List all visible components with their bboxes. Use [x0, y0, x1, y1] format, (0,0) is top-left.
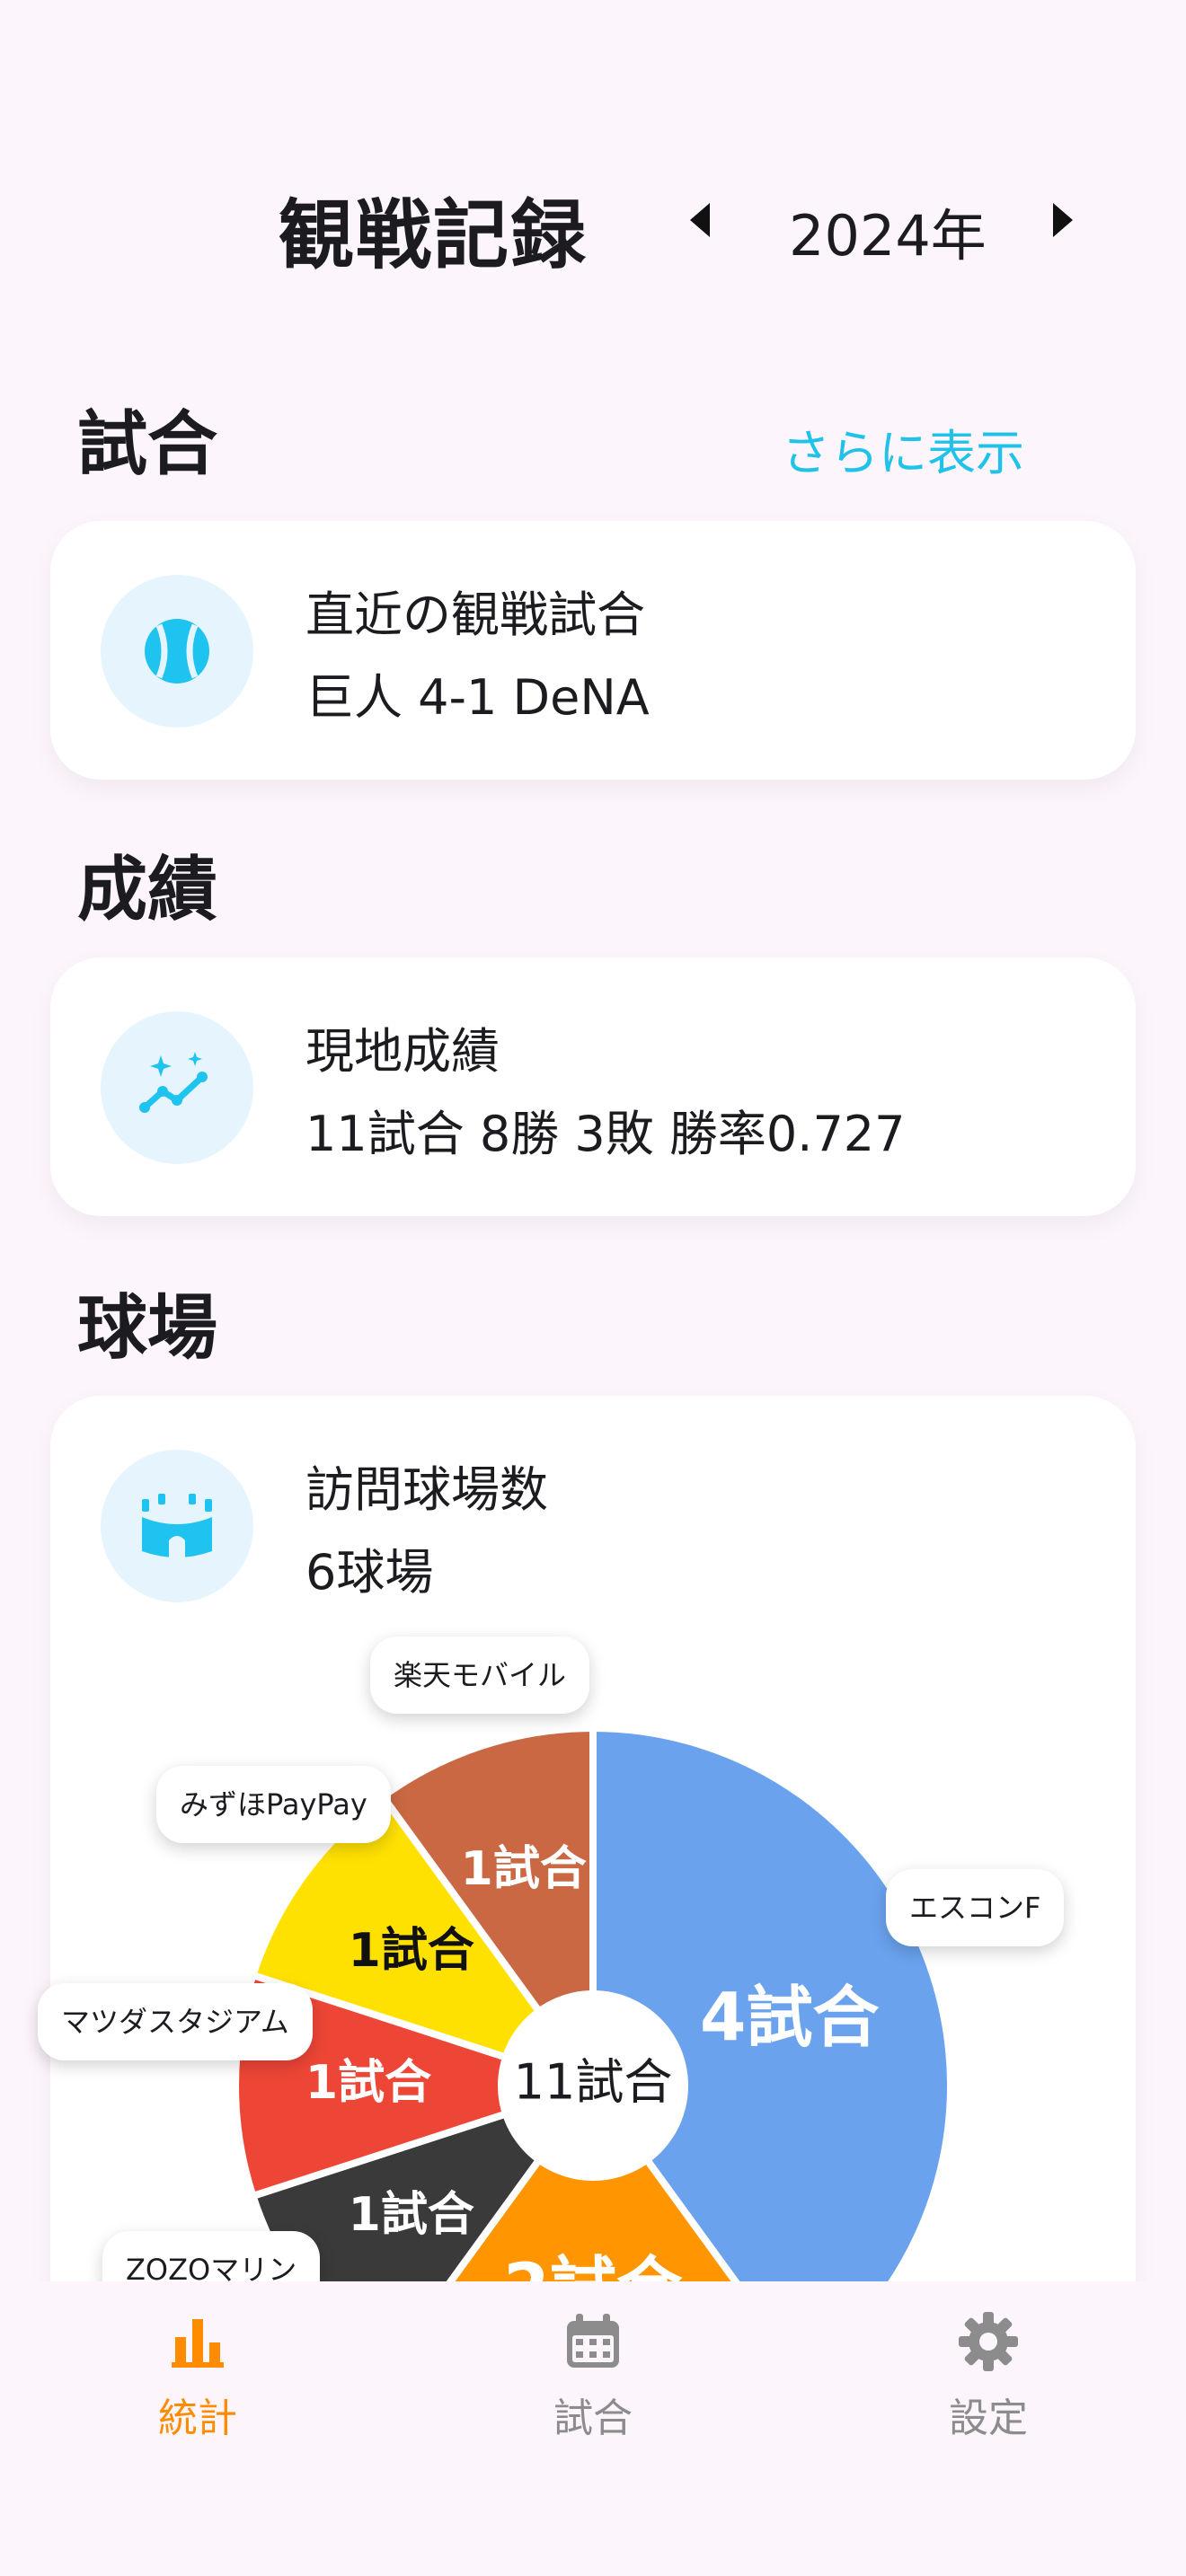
calendar-icon: [567, 2314, 619, 2368]
year-label: 2024年: [789, 203, 987, 269]
baseball-icon: [145, 619, 209, 684]
previous-year-button[interactable]: [690, 203, 710, 237]
pie-slice-label: 1試合: [349, 2188, 474, 2242]
pie-center-label: 11試合: [514, 2054, 673, 2111]
pie-slice-label: 1試合: [349, 1924, 474, 1978]
stadium-section-title: 球場: [77, 1288, 218, 1369]
trend-sparkle-icon: [139, 1052, 208, 1113]
show-more-link[interactable]: さらに表示: [782, 413, 1024, 484]
trend-icon-circle: [101, 1011, 253, 1164]
latest-game-card[interactable]: 直近の観戦試合 巨人 4-1 DeNA: [50, 521, 1136, 780]
stadium-card[interactable]: 訪問球場数 6球場 4試合2試合1試合1試合1試合1試合11試合 エスコンFZO…: [38, 1396, 1136, 2384]
record-section-title: 成績: [77, 850, 218, 931]
next-year-button[interactable]: [1053, 203, 1073, 237]
gear-icon: [959, 2312, 1018, 2371]
record-label: 現地成績: [305, 1023, 500, 1080]
games-section-title: 試合: [77, 404, 218, 485]
tab-games[interactable]: 試合: [494, 2310, 692, 2443]
pie-slice-label: 1試合: [305, 2056, 431, 2110]
record-card[interactable]: 現地成績 11試合 8勝 3敗 勝率0.727: [50, 957, 1136, 1216]
tab-stats-label: 統計: [158, 2395, 237, 2441]
page-title: 観戦記録: [279, 191, 589, 279]
record-summary: 11試合 8勝 3敗 勝率0.727: [305, 1106, 906, 1162]
latest-game-label: 直近の観戦試合: [305, 587, 645, 643]
pie-callout: エスコンF: [886, 1869, 1065, 1946]
tab-settings[interactable]: 設定: [890, 2310, 1087, 2443]
latest-game-score: 巨人 4-1 DeNA: [305, 669, 650, 726]
baseball-icon-circle: [101, 575, 253, 728]
pie-slice-label: 1試合: [461, 1842, 587, 1896]
bar-chart-icon: [172, 2319, 224, 2368]
tab-settings-label: 設定: [949, 2395, 1028, 2441]
pie-callout: 楽天モバイル: [370, 1636, 590, 1714]
pie-callout: マツダスタジアム: [38, 1983, 313, 2060]
pie-slice-label: 4試合: [700, 1979, 880, 2056]
tab-stats[interactable]: 統計: [99, 2310, 296, 2443]
bottom-tab-bar: 統計 試合 設定: [0, 2281, 1186, 2576]
pie-callout: みずほPayPay: [156, 1766, 391, 1843]
tab-games-label: 試合: [553, 2395, 633, 2441]
